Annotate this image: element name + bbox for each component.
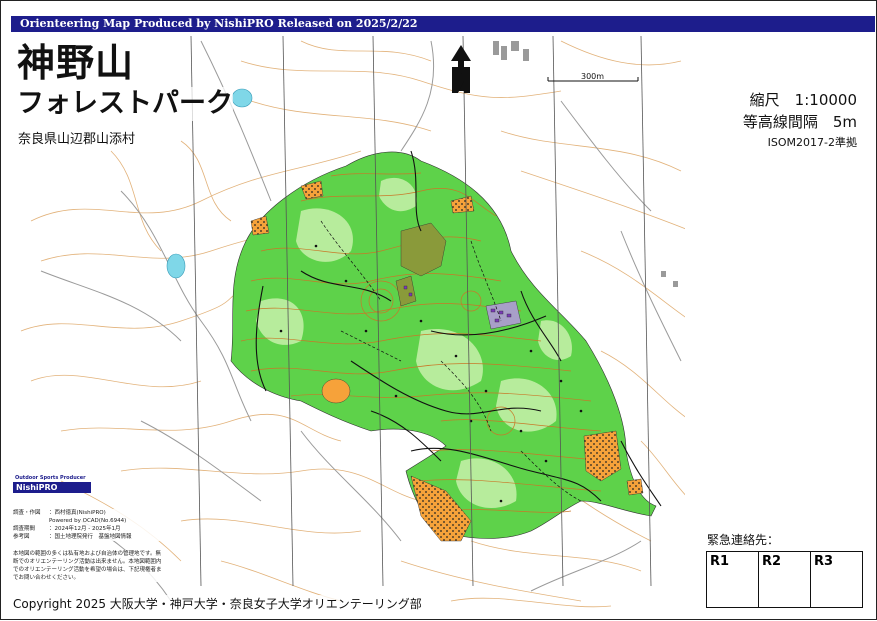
contour-interval: 等高線間隔 5m [742,113,857,131]
credit-row: Powered by OCAD(No.6944) [49,518,127,524]
usage-notice: 本地図の範囲の多くは私有地および自治体の管理地です。無断でのオリエンテーリング活… [13,550,163,582]
credit-row: 調査期間 ：2024年12月 - 2025年1月 [13,526,121,532]
legend-panel: 縮尺 1:10000 等高線間隔 5m ISOM2017-2準拠 [685,39,875,519]
north-arrow-icon [451,45,471,93]
map-title: 神野山 [17,40,135,85]
map-scale: 縮尺 1:10000 [749,91,857,109]
map-sheet: Orienteering Map Produced by NishiPRO Re… [0,0,877,620]
register-cell-r3: R3 [814,554,834,569]
logo-tagline: Outdoor Sports Producer [15,475,86,481]
register-cell-r1: R1 [707,552,759,607]
scale-bar-label: 300m [581,72,605,81]
forest-area [230,151,657,539]
credit-row: 調査・作図 ：西村徳真(NishiPRO) [13,510,106,516]
copyright: Copyright 2025 大阪大学・神戸大学・奈良女子大学オリエンテーリング… [13,595,422,612]
map-subtitle: フォレストパーク [17,87,233,121]
emergency-contact-label: 緊急連絡先： [707,533,780,547]
registration-box: R1 R2 R3 [706,551,863,608]
map-standard: ISOM2017-2準拠 [767,136,857,149]
credit-row: 参考図 ：国土地理院発行 基盤地図情報 [13,534,132,540]
nishipro-logo: NishiPRO [13,482,91,493]
release-banner: Orienteering Map Produced by NishiPRO Re… [11,16,875,32]
register-cell-r2: R2 [759,552,811,607]
map-credits: 調査・作図 ：西村徳真(NishiPRO) Powered by OCAD(No.… [13,509,163,541]
map-location: 奈良県山辺郡山添村 [18,128,136,147]
